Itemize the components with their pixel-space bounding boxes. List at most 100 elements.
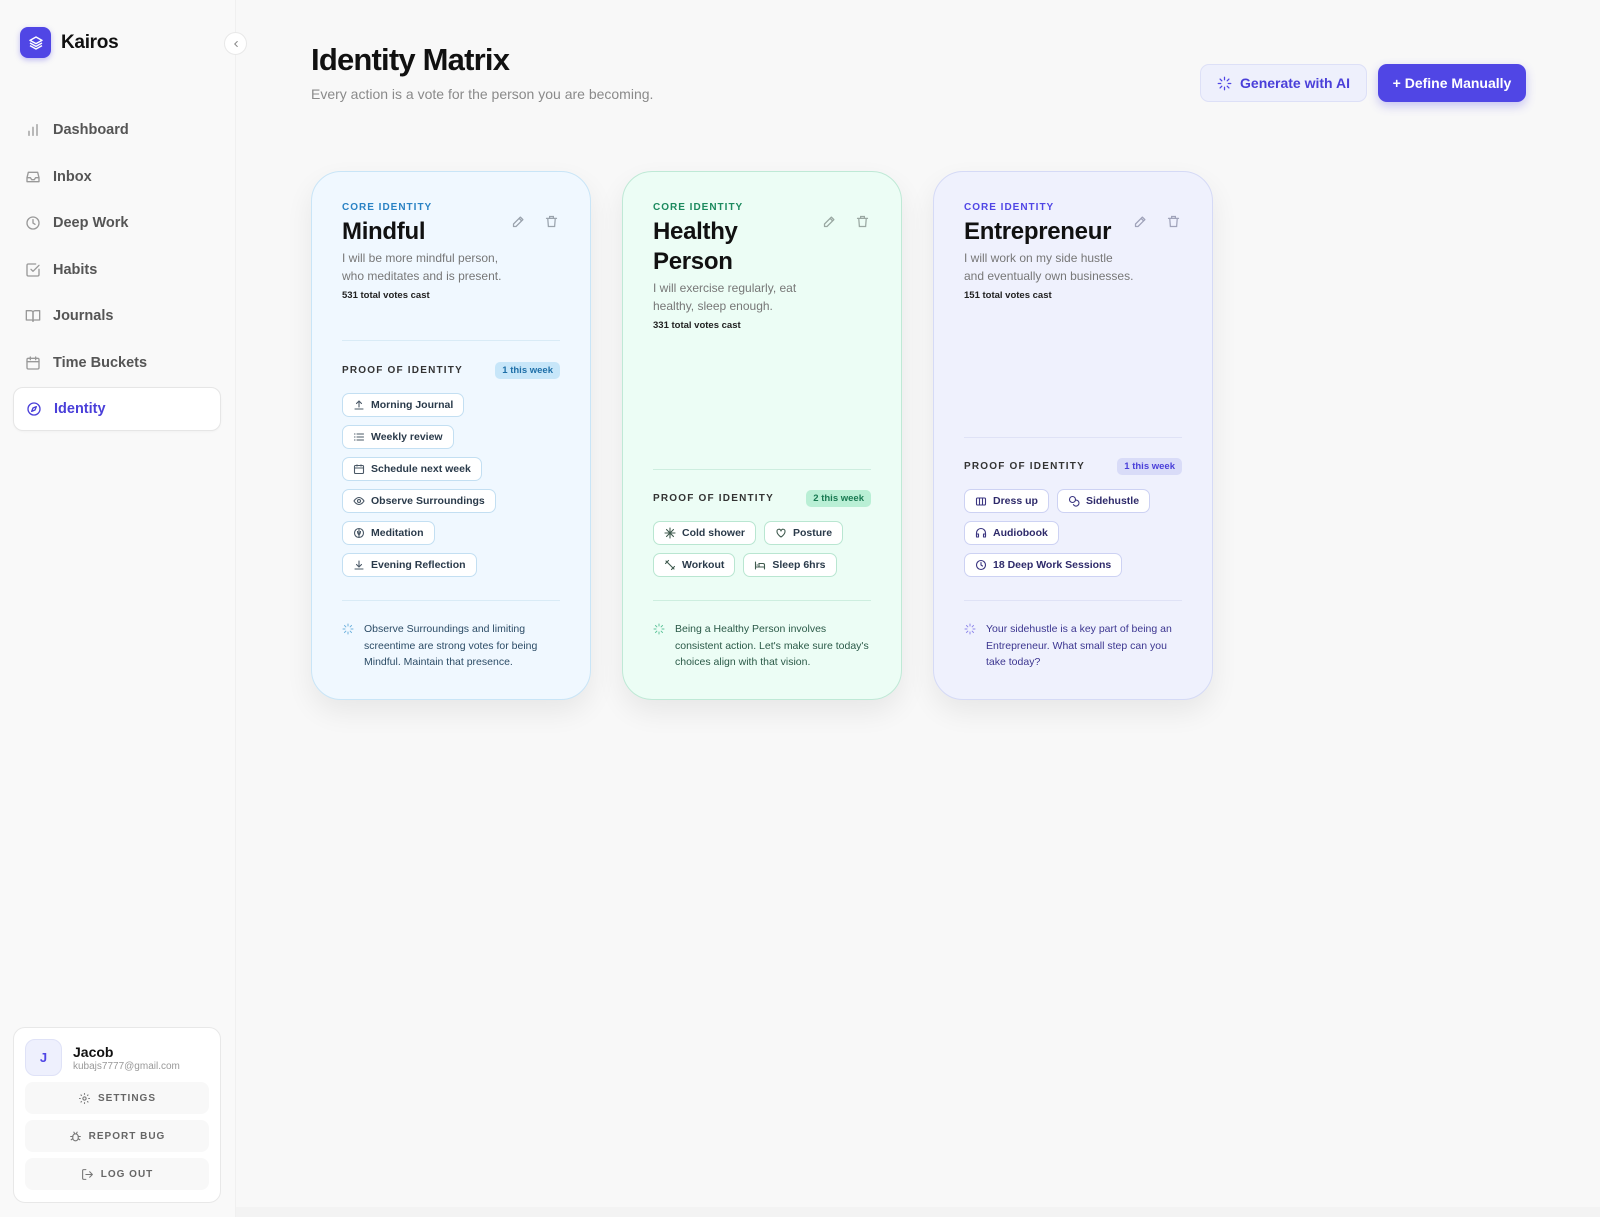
settings-button[interactable]: SETTINGS	[25, 1082, 209, 1114]
habit-chip[interactable]: Sidehustle	[1056, 489, 1151, 513]
layers-logo-icon	[20, 27, 51, 58]
user-profile[interactable]: J Jacob kubajs7777@gmail.com	[25, 1039, 209, 1076]
bottom-scrollbar[interactable]	[236, 1207, 1600, 1217]
habit-chip[interactable]: Sleep 6hrs	[743, 553, 837, 577]
sidebar-item-time-buckets[interactable]: Time Buckets	[13, 341, 221, 385]
sidebar-item-dashboard[interactable]: Dashboard	[13, 108, 221, 152]
clock-icon	[975, 559, 987, 571]
habit-chip[interactable]: Dress up	[964, 489, 1049, 513]
habit-chip-list: Dress up Sidehustle Audiobook 18 Deep Wo…	[964, 489, 1192, 577]
sidebar-item-inbox[interactable]: Inbox	[13, 155, 221, 199]
upload-icon	[353, 399, 365, 411]
habit-chip[interactable]: Morning Journal	[342, 393, 465, 417]
habit-chip[interactable]: Observe Surroundings	[342, 489, 496, 513]
collapse-sidebar-button[interactable]	[224, 32, 247, 55]
habit-label: 18 Deep Work Sessions	[993, 559, 1112, 571]
divider	[342, 600, 560, 601]
settings-label: SETTINGS	[97, 1092, 156, 1104]
habit-chip[interactable]: Schedule next week	[342, 457, 482, 481]
sidebar-item-deep-work[interactable]: Deep Work	[13, 201, 221, 245]
identity-card-mindful: CORE IDENTITY Mindful I will be more min…	[311, 171, 591, 700]
logout-button[interactable]: LOG OUT	[25, 1158, 209, 1190]
proof-label: PROOF OF IDENTITY	[653, 493, 774, 504]
card-title: Mindful	[342, 218, 426, 245]
snowflake-icon	[664, 527, 676, 539]
habit-label: Posture	[793, 527, 833, 539]
define-manually-button[interactable]: + Define Manually	[1378, 64, 1526, 102]
habit-label: Weekly review	[371, 431, 443, 443]
habit-chip-list: Morning Journal Weekly review Schedule n…	[342, 393, 570, 577]
edit-icon[interactable]	[820, 212, 838, 230]
divider	[964, 600, 1182, 601]
habit-chip[interactable]: Posture	[764, 521, 844, 545]
headphones-icon	[975, 527, 987, 539]
page-title: Identity Matrix	[311, 42, 510, 77]
habit-chip-list: Cold shower Posture Workout Sleep 6hrs	[653, 521, 881, 577]
user-card: J Jacob kubajs7777@gmail.com SETTINGS RE…	[13, 1027, 221, 1203]
votes-count: 331 total votes cast	[653, 320, 741, 331]
calendar-icon	[353, 463, 365, 475]
habit-chip[interactable]: Cold shower	[653, 521, 757, 545]
inbox-icon	[24, 168, 42, 186]
gear-icon	[79, 1092, 90, 1104]
habit-chip[interactable]: Weekly review	[342, 425, 454, 449]
divider	[342, 340, 560, 341]
habit-label: Cold shower	[682, 527, 746, 539]
ai-insight: Your sidehustle is a key part of being a…	[964, 621, 1186, 671]
insight-text: Your sidehustle is a key part of being a…	[986, 623, 1172, 668]
brand[interactable]: Kairos	[20, 27, 119, 58]
clock-icon	[24, 214, 42, 232]
sidebar: Kairos Dashboard Inbox Deep Work Habits …	[0, 0, 247, 1217]
report-bug-label: REPORT BUG	[88, 1130, 166, 1142]
proof-label: PROOF OF IDENTITY	[964, 461, 1085, 472]
habit-chip[interactable]: Evening Reflection	[342, 553, 477, 577]
ai-insight: Observe Surroundings and limiting screen…	[342, 621, 564, 671]
user-email: kubajs7777@gmail.com	[73, 1060, 180, 1072]
avatar: J	[25, 1039, 62, 1076]
identity-card-healthy-person: CORE IDENTITY Healthy Person I will exer…	[622, 171, 902, 700]
week-badge: 1 this week	[495, 362, 560, 379]
habit-label: Workout	[682, 559, 725, 571]
calendar-icon	[24, 354, 42, 372]
habit-chip[interactable]: Workout	[653, 553, 736, 577]
divider	[653, 600, 871, 601]
trash-icon[interactable]	[853, 212, 871, 230]
sidebar-item-label: Time Buckets	[53, 354, 148, 371]
divider	[964, 437, 1182, 438]
bug-icon	[69, 1131, 81, 1141]
trash-icon[interactable]	[542, 212, 560, 230]
logout-icon	[81, 1168, 93, 1180]
ai-insight: Being a Healthy Person involves consiste…	[653, 621, 875, 671]
habit-label: Observe Surroundings	[371, 495, 485, 507]
habit-chip[interactable]: 18 Deep Work Sessions	[964, 553, 1123, 577]
chevron-left-icon	[233, 40, 238, 47]
generate-label: Generate with AI	[1240, 75, 1350, 91]
sidebar-item-identity[interactable]: Identity	[13, 387, 221, 431]
identity-card-entrepreneur: CORE IDENTITY Entrepreneur I will work o…	[933, 171, 1213, 700]
habit-label: Morning Journal	[371, 399, 454, 411]
habit-label: Sidehustle	[1085, 495, 1140, 507]
sidebar-item-label: Journals	[53, 308, 114, 324]
download-icon	[353, 559, 365, 571]
card-title: Entrepreneur	[964, 218, 1112, 245]
sidebar-item-habits[interactable]: Habits	[13, 248, 221, 292]
trash-icon[interactable]	[1164, 212, 1182, 230]
sparkle-loader-icon	[1217, 76, 1232, 90]
edit-icon[interactable]	[1131, 212, 1149, 230]
habit-chip[interactable]: Audiobook	[964, 521, 1059, 545]
votes-count: 151 total votes cast	[964, 290, 1052, 301]
sidebar-nav: Dashboard Inbox Deep Work Habits Journal…	[13, 108, 221, 434]
report-bug-button[interactable]: REPORT BUG	[25, 1120, 209, 1152]
week-badge: 2 this week	[806, 490, 871, 507]
page-subtitle: Every action is a vote for the person yo…	[311, 86, 654, 102]
insight-text: Being a Healthy Person involves consiste…	[675, 623, 869, 668]
dumbbell-icon	[664, 559, 676, 571]
habit-chip[interactable]: Meditation	[342, 521, 435, 545]
week-badge: 1 this week	[1117, 458, 1182, 475]
edit-icon[interactable]	[509, 212, 527, 230]
insight-text: Observe Surroundings and limiting screen…	[364, 623, 538, 668]
card-title: Healthy Person	[653, 218, 738, 275]
book-open-icon	[24, 307, 42, 325]
sidebar-item-journals[interactable]: Journals	[13, 294, 221, 338]
generate-with-ai-button[interactable]: Generate with AI	[1200, 64, 1367, 102]
